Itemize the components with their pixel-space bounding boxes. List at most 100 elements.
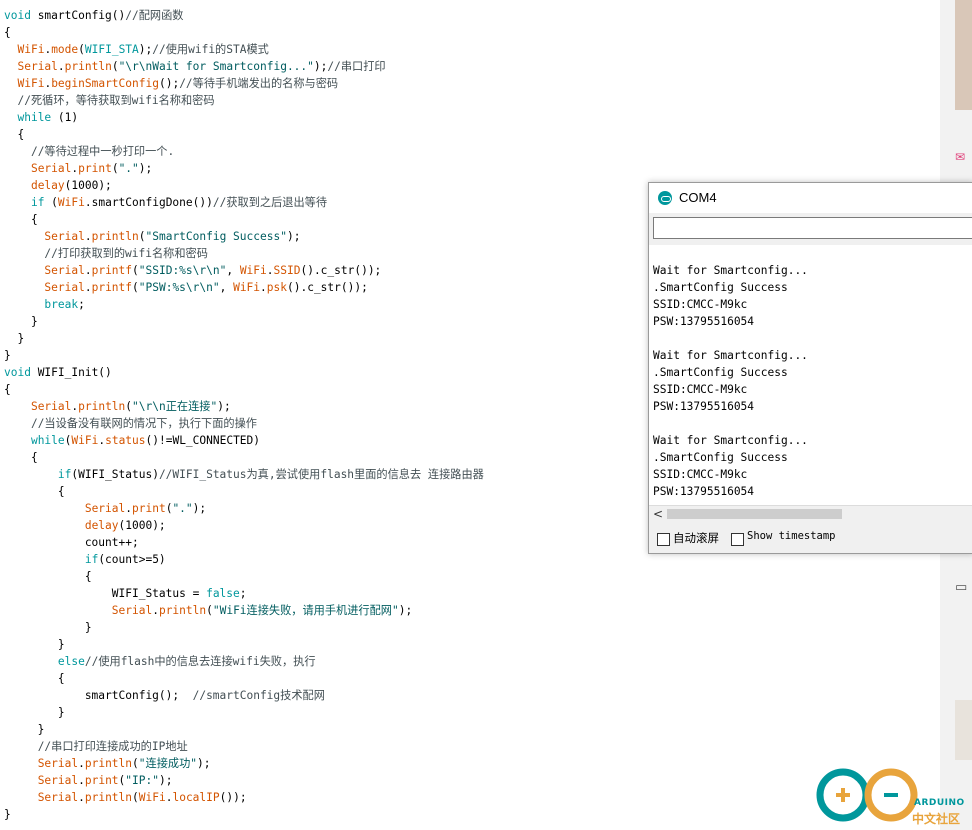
code-token: status xyxy=(105,434,146,447)
code-token: ); xyxy=(217,400,231,413)
code-token: ); xyxy=(192,502,207,515)
code-token: "WiFi连接失败，请用手机进行配网" xyxy=(212,604,399,617)
code-token: (WIFI_Status) xyxy=(71,468,159,481)
code-line: //等待过程中一秒打印一个. xyxy=(4,143,174,160)
code-line: smartConfig(); //smartConfig技术配网 xyxy=(4,687,325,704)
code-token: Serial xyxy=(17,60,58,73)
code-token: { xyxy=(4,383,11,396)
serial-output-line: Wait for Smartconfig... xyxy=(653,264,808,277)
scroll-left-icon[interactable]: < xyxy=(653,507,663,521)
code-token: if xyxy=(84,553,99,566)
code-line: if(count>=5) xyxy=(4,551,166,568)
serial-output-line: PSW:13795516054 xyxy=(653,315,755,328)
code-line: Serial.println("WiFi连接失败，请用手机进行配网"); xyxy=(4,602,412,619)
code-token: (); xyxy=(158,77,180,90)
serial-monitor-title: COM4 xyxy=(679,190,717,205)
horizontal-scrollbar[interactable]: < xyxy=(649,505,972,522)
code-token: ().c_str()); xyxy=(287,281,368,294)
autoscroll-checkbox[interactable] xyxy=(657,533,670,546)
code-token: } xyxy=(4,808,11,821)
serial-output-line: Wait for Smartconfig... xyxy=(653,349,808,362)
serial-output-line: Wait for Smartconfig... xyxy=(653,434,808,447)
code-token: while xyxy=(30,434,65,447)
arduino-app-icon xyxy=(658,191,672,205)
code-token: "." xyxy=(118,162,139,175)
code-token: Serial xyxy=(30,400,72,413)
code-token: //打印获取到的wifi名称和密码 xyxy=(44,247,208,260)
serial-output-line: SSID:CMCC-M9kc xyxy=(653,298,748,311)
code-token: { xyxy=(4,128,25,141)
code-line: Serial.println("\r\nWait for Smartconfig… xyxy=(4,58,386,75)
code-token: } xyxy=(4,706,65,719)
code-token: //等待手机端发出的名称与密码 xyxy=(179,77,339,90)
code-line: { xyxy=(4,24,11,41)
code-token: psk xyxy=(266,281,287,294)
scrollbar-thumb[interactable] xyxy=(667,509,842,519)
code-line: WiFi.beginSmartConfig();//等待手机端发出的名称与密码 xyxy=(4,75,338,92)
code-token: { xyxy=(4,485,65,498)
code-token: printf xyxy=(91,264,133,277)
code-token: WiFi xyxy=(239,264,267,277)
code-line: if (WiFi.smartConfigDone())//获取到之后退出等待 xyxy=(4,194,327,211)
code-token: ( xyxy=(44,196,58,209)
code-token: //当设备没有联网的情况下，执行下面的操作 xyxy=(30,417,257,430)
code-token: //等待过程中一秒打印一个. xyxy=(30,145,175,158)
code-token: //使用flash中的信息去连接wifi失败，执行 xyxy=(84,655,316,668)
code-token: smartConfig(); xyxy=(4,689,193,702)
code-token: (count>=5) xyxy=(98,553,166,566)
code-token: ); xyxy=(286,230,301,243)
code-line: while(WiFi.status()!=WL_CONNECTED) xyxy=(4,432,260,449)
code-line: //当设备没有联网的情况下，执行下面的操作 xyxy=(4,415,257,432)
code-token: ( xyxy=(132,281,139,294)
code-line: Serial.println("\r\n正在连接"); xyxy=(4,398,231,415)
code-line: Serial.println(WiFi.localIP()); xyxy=(4,789,247,806)
code-token: localIP xyxy=(172,791,220,804)
code-token: //获取到之后退出等待 xyxy=(212,196,328,209)
serial-output-area[interactable]: Wait for Smartconfig... .SmartConfig Succ… xyxy=(649,245,972,505)
code-token: //串口打印 xyxy=(327,60,386,73)
code-line: Serial.printf("PSW:%s\r\n", WiFi.psk().c… xyxy=(4,279,368,296)
code-token: while xyxy=(17,111,52,124)
code-line: Serial.println("SmartConfig Success"); xyxy=(4,228,300,245)
code-token: void xyxy=(4,366,31,379)
code-token: { xyxy=(4,451,38,464)
pink-icon: ✉ xyxy=(955,150,966,164)
code-token: "IP:" xyxy=(125,774,159,787)
code-token: ); xyxy=(158,774,173,787)
code-token: . xyxy=(78,757,85,770)
serial-monitor-titlebar[interactable]: COM4 xyxy=(649,183,972,213)
code-line: } xyxy=(4,721,45,738)
code-token: ()); xyxy=(219,791,247,804)
code-token: (1000); xyxy=(118,519,166,532)
code-token: . xyxy=(84,230,92,243)
code-token: Serial xyxy=(44,264,85,277)
code-token: , xyxy=(219,281,234,294)
code-token: WiFi xyxy=(57,196,85,209)
logo-name: ARDUINO xyxy=(914,798,965,808)
code-line: } xyxy=(4,704,65,721)
code-token: //WIFI_Status为真,尝试使用flash里面的信息去 连接路由器 xyxy=(158,468,484,481)
code-token: "SSID:%s\r\n" xyxy=(138,264,227,277)
code-token: (1000); xyxy=(64,179,112,192)
code-line: //打印获取到的wifi名称和密码 xyxy=(4,245,208,262)
code-line: Serial.printf("SSID:%s\r\n", WiFi.SSID()… xyxy=(4,262,381,279)
code-token: WiFi xyxy=(17,43,45,56)
show-timestamp-checkbox[interactable] xyxy=(731,533,744,546)
code-token: //串口打印连接成功的IP地址 xyxy=(37,740,188,753)
code-token: void xyxy=(4,9,31,22)
code-token: . xyxy=(78,774,85,787)
code-token: WiFi xyxy=(233,281,261,294)
serial-send-input[interactable] xyxy=(653,217,972,239)
